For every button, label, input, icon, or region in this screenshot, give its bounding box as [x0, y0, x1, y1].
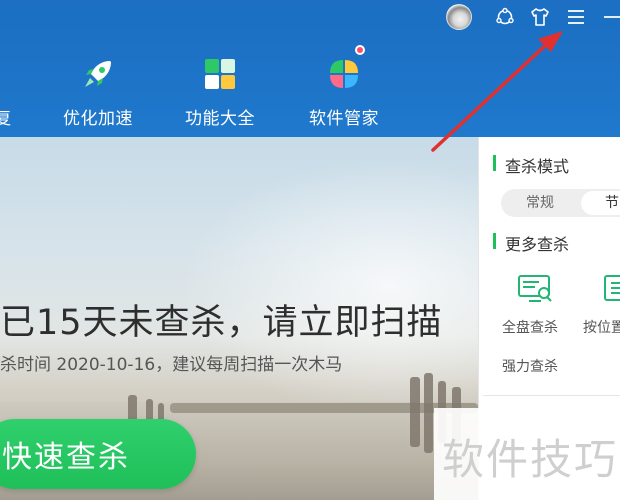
nav-item-repair[interactable]: 复 — [0, 52, 18, 132]
panel-divider — [483, 395, 620, 396]
force-scan-label[interactable]: 强力查杀 — [502, 356, 558, 376]
nav-item-software[interactable]: 软件管家 — [304, 45, 384, 132]
apps-grid-icon — [205, 59, 235, 89]
top-header: 复 优化加速 功能大全 软件管家 — [0, 0, 620, 137]
scan-mode-title: 查杀模式 — [505, 157, 570, 176]
nav-label-optimize: 优化加速 — [63, 109, 133, 129]
watermark-box: 软件技巧 — [434, 408, 620, 500]
nav-label-repair: 复 — [0, 109, 12, 129]
wooden-post — [410, 377, 420, 447]
list-scan-icon[interactable] — [603, 273, 620, 305]
last-scan-info: 杀时间 2020-10-16，建议每周扫描一次木马 — [0, 355, 343, 375]
nav-item-optimize[interactable]: 优化加速 — [58, 52, 138, 132]
nav-label-features: 功能大全 — [185, 109, 255, 129]
hero-background: 已15天未查杀，请立即扫描 杀时间 2020-10-16，建议每周扫描一次木马 … — [0, 137, 478, 500]
monitor-scan-icon[interactable] — [517, 273, 553, 305]
location-scan-label[interactable]: 按位置 — [583, 317, 620, 337]
wooden-post — [424, 373, 433, 453]
avatar[interactable] — [446, 4, 472, 30]
software-manager-icon — [330, 60, 358, 88]
shirt-icon[interactable] — [527, 4, 553, 30]
watermark-text: 软件技巧 — [442, 435, 619, 484]
scan-warning-headline: 已15天未查杀，请立即扫描 — [0, 303, 443, 343]
notification-dot — [355, 45, 365, 55]
minimize-icon[interactable] — [598, 4, 620, 30]
section-accent-bar — [493, 233, 496, 249]
section-scan-mode: 查杀模式 — [493, 153, 569, 177]
nav-item-features[interactable]: 功能大全 — [180, 52, 260, 132]
scan-mode-toggle: 常规 节 — [501, 189, 620, 217]
section-accent-bar — [493, 155, 496, 171]
mode-option-save[interactable]: 节 — [581, 191, 620, 215]
nav-label-software: 软件管家 — [309, 109, 379, 129]
full-disk-scan-label[interactable]: 全盘查杀 — [502, 317, 558, 337]
mode-option-normal[interactable]: 常规 — [501, 189, 579, 217]
section-more-scan: 更多查杀 — [493, 231, 569, 255]
sky-glow — [180, 157, 478, 417]
rocket-icon — [85, 61, 111, 87]
skin-switch-icon[interactable] — [492, 4, 518, 30]
menu-icon[interactable] — [563, 4, 589, 30]
quick-scan-button[interactable]: 快速查杀 — [0, 419, 196, 489]
more-scan-title: 更多查杀 — [505, 235, 570, 254]
